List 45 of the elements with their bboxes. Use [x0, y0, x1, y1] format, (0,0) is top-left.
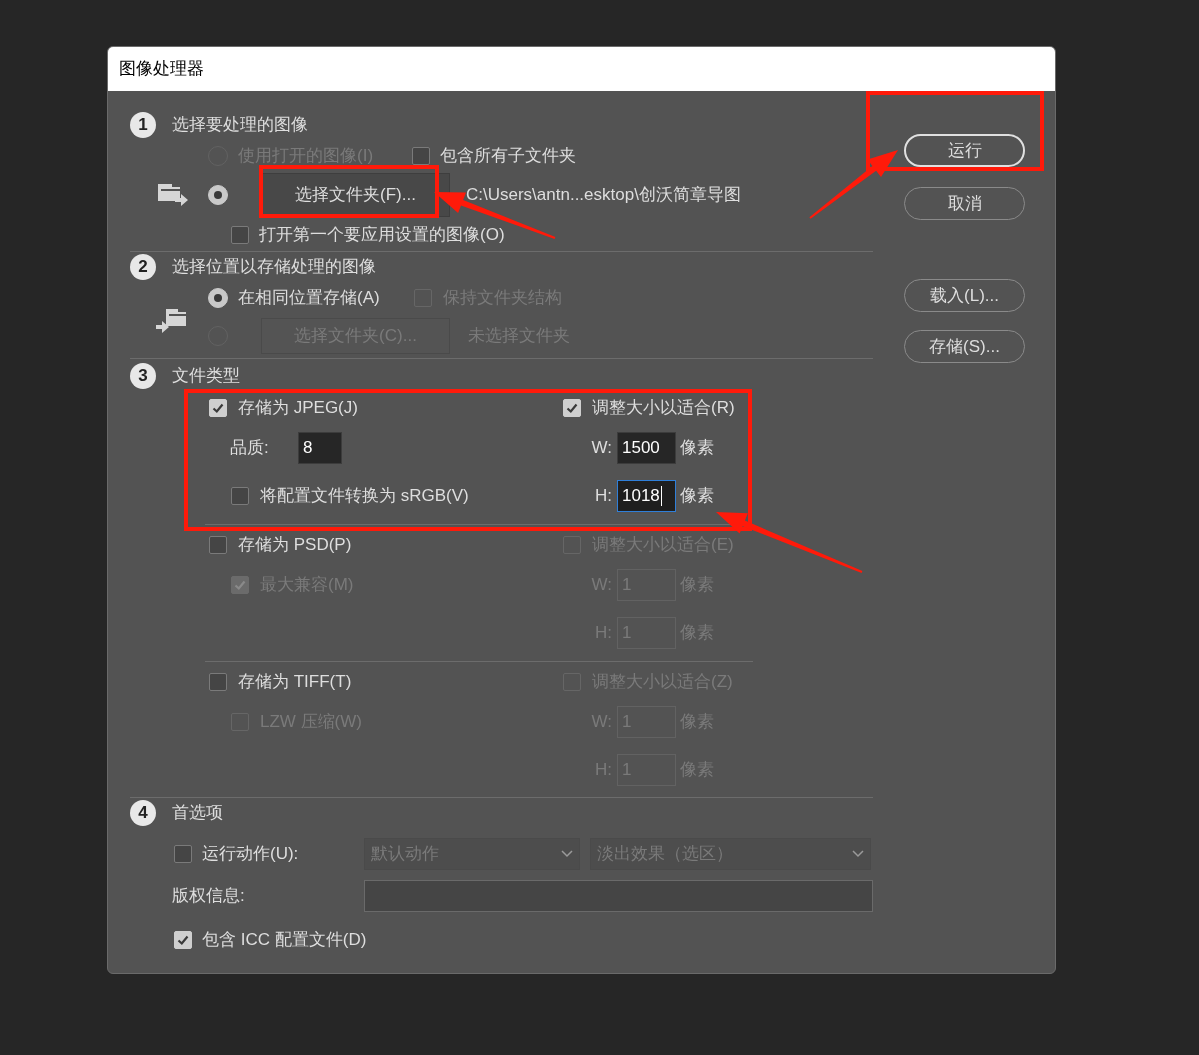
field-label: W:	[590, 437, 612, 460]
checkbox[interactable]	[412, 147, 430, 165]
step-number: 2	[130, 254, 156, 280]
checkbox[interactable]	[231, 487, 249, 505]
step-number: 4	[130, 800, 156, 826]
checkbox-label: 包含所有子文件夹	[440, 145, 576, 168]
checkbox-label: 调整大小以适合(R)	[592, 397, 735, 420]
folder-arrow-icon	[158, 184, 188, 206]
window-title: 图像处理器	[119, 58, 204, 81]
step-number: 3	[130, 362, 156, 389]
checkbox[interactable]	[231, 226, 249, 244]
step-number: 1	[130, 112, 156, 138]
checkbox-label: 存储为 TIFF(T)	[238, 671, 352, 694]
choose-folder-button[interactable]: 选择文件夹(F)...	[261, 173, 450, 217]
field-label: 版权信息:	[172, 885, 245, 908]
field-label: 品质:	[230, 437, 270, 460]
checkbox-label: 存储为 JPEG(J)	[238, 397, 358, 420]
chevron-down-icon	[561, 850, 573, 858]
height-field[interactable]: 1018	[617, 480, 676, 512]
width-field[interactable]: 1500	[617, 432, 676, 464]
dialog-button[interactable]: 运行	[904, 134, 1025, 167]
section-title: 首选项	[172, 802, 223, 825]
checkmark-icon	[233, 578, 247, 592]
checkbox[interactable]	[209, 536, 227, 554]
field-label: H:	[594, 485, 612, 508]
chevron-down-icon	[852, 850, 864, 858]
unit-label: 像素	[680, 485, 714, 508]
checkbox-label: 存储为 PSD(P)	[238, 534, 352, 557]
section-title: 选择位置以存储处理的图像	[172, 256, 376, 279]
folder-arrow-icon	[156, 309, 186, 333]
checkbox[interactable]	[209, 673, 227, 691]
quality-field[interactable]: 8	[298, 432, 342, 464]
checkmark-icon	[176, 933, 190, 947]
checkmark-icon	[565, 401, 579, 415]
copyright-field[interactable]	[364, 880, 873, 912]
checkbox-label: 运行动作(U):	[202, 843, 299, 866]
section-title: 文件类型	[172, 364, 240, 387]
radio-label: 在相同位置存储(A)	[238, 287, 381, 310]
folder-path: C:\Users\antn...esktop\创沃简章导图	[466, 184, 741, 207]
checkbox-label: 包含 ICC 配置文件(D)	[202, 929, 367, 952]
section-title: 选择要处理的图像	[172, 114, 308, 137]
checkbox-label: 将配置文件转换为 sRGB(V)	[260, 485, 469, 508]
unit-label: 像素	[680, 437, 714, 460]
checkmark-icon	[211, 401, 225, 415]
checkbox-label: 打开第一个要应用设置的图像(O)	[259, 224, 505, 247]
